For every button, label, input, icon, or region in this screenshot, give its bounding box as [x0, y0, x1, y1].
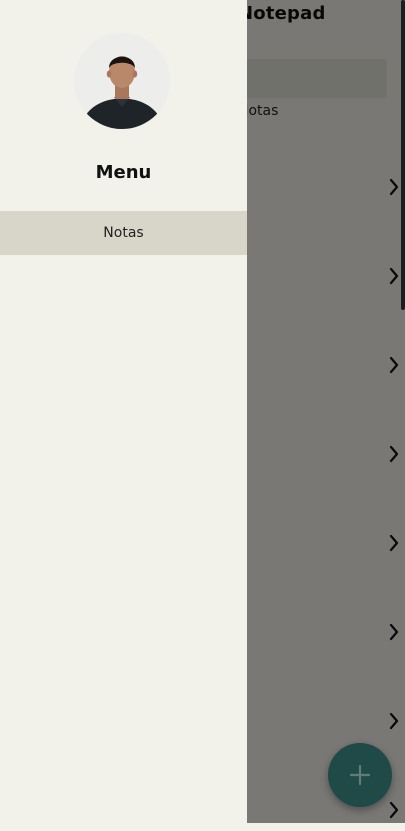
drawer-item-notas[interactable]: Notas [0, 211, 247, 255]
avatar [74, 33, 170, 129]
add-note-button[interactable] [328, 743, 392, 807]
profile-photo [74, 33, 170, 129]
navigation-drawer: Menu Notas [0, 0, 247, 823]
plus-icon [349, 764, 371, 786]
drawer-item-label: Notas [103, 225, 144, 241]
drawer-title: Menu [95, 162, 152, 183]
